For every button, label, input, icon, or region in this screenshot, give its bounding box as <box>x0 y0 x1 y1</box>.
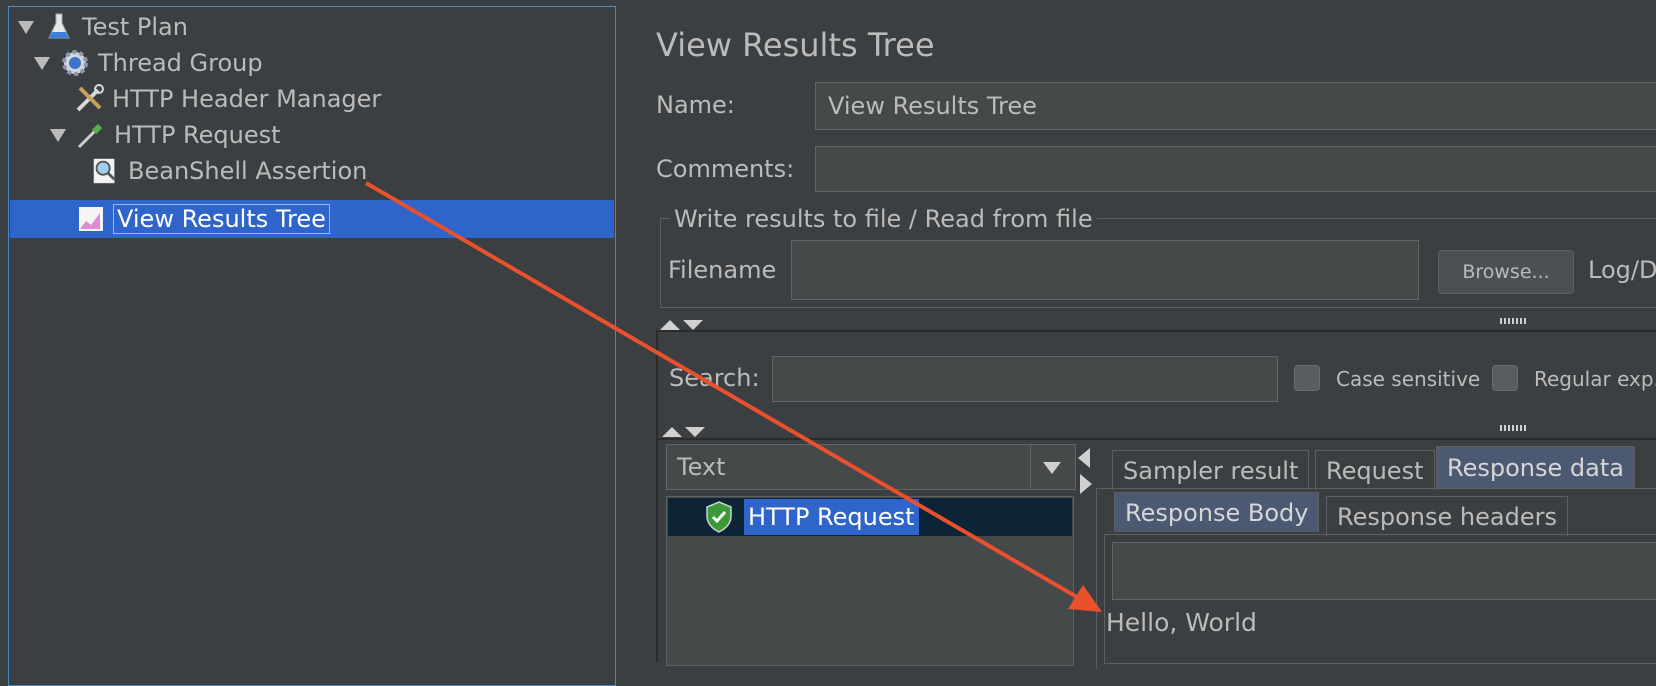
annotation-arrow-line <box>364 181 1084 602</box>
annotation-arrow <box>364 181 1102 612</box>
annotation-arrow-head <box>1068 585 1102 612</box>
